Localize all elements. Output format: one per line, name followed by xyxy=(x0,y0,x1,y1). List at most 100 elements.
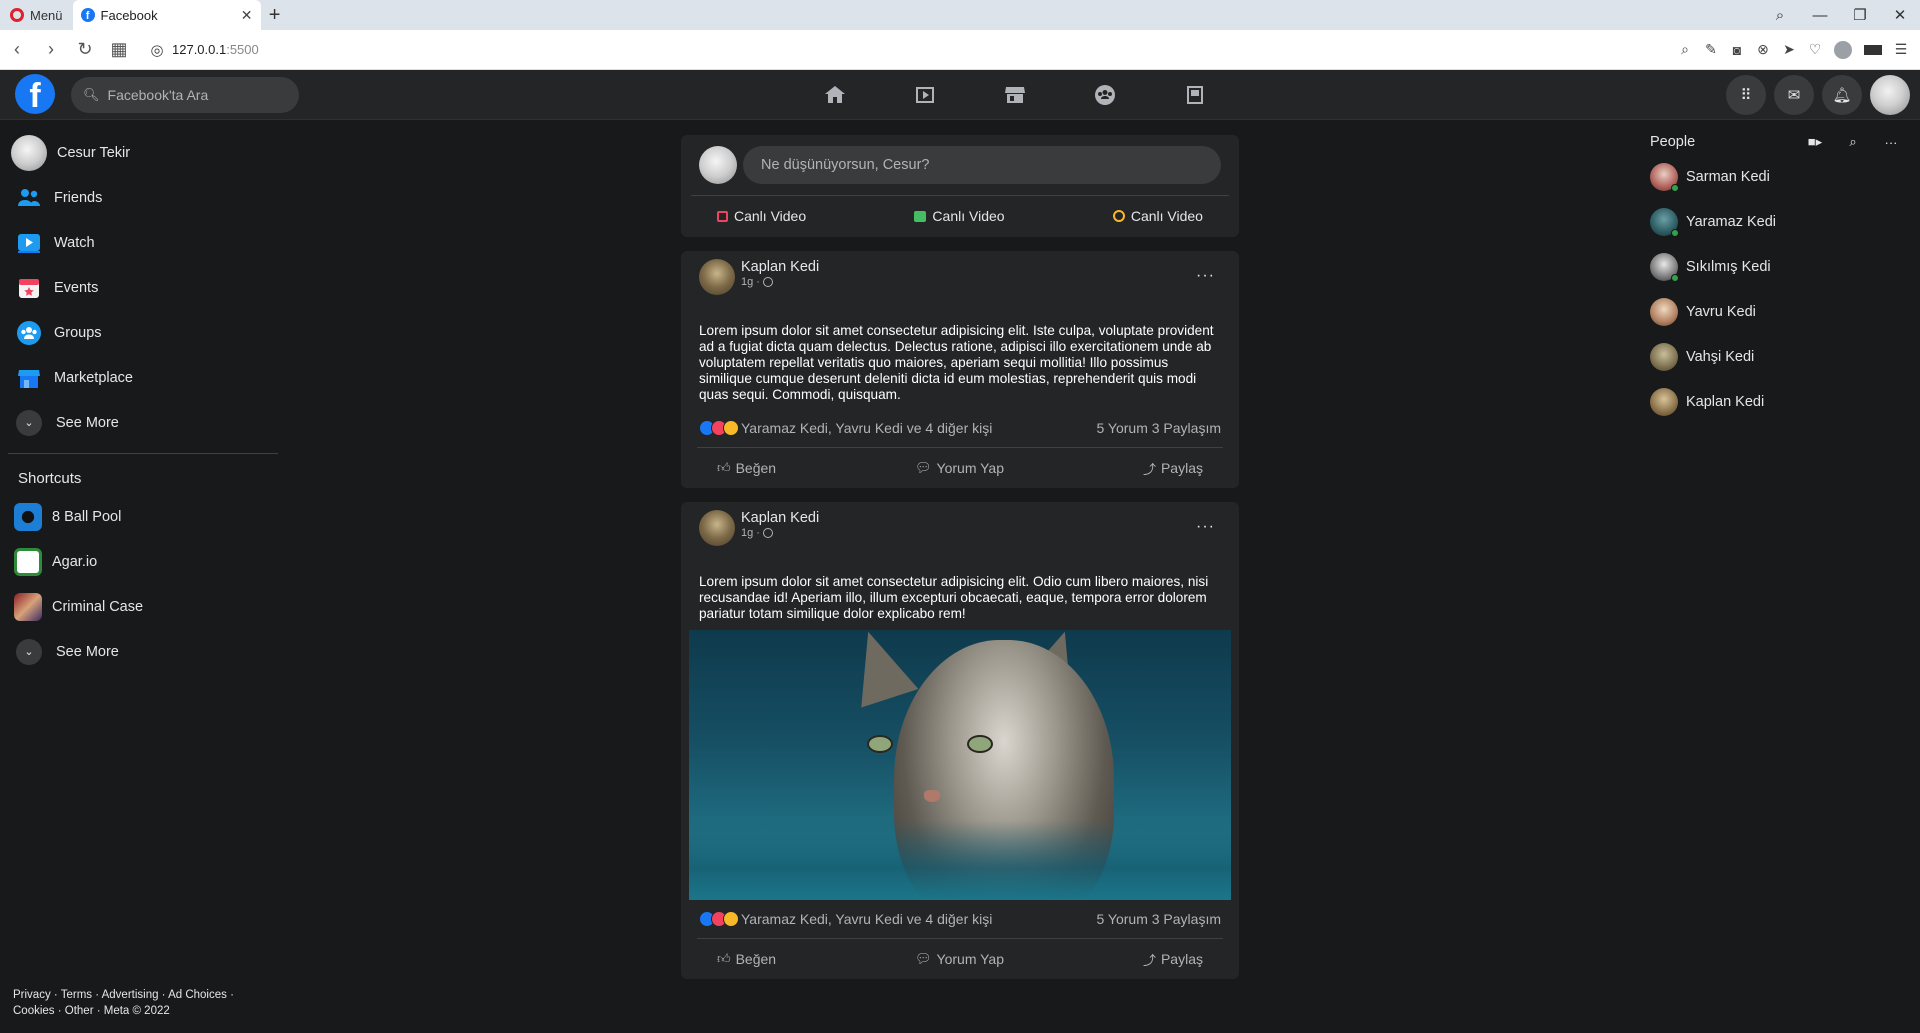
shortcut-criminal-case[interactable]: Criminal Case xyxy=(8,584,280,629)
home-icon xyxy=(825,86,845,103)
nav-home[interactable] xyxy=(790,70,880,120)
footer-line-1[interactable]: Privacy · Terms · Advertising · Ad Choic… xyxy=(13,987,234,1003)
nav-gaming[interactable] xyxy=(1150,70,1240,120)
reactions-summary[interactable]: Yaramaz Kedi, Yavru Kedi ve 4 diğer kişi xyxy=(699,420,992,436)
comment-button[interactable]: 💬︎ Yorum Yap xyxy=(915,460,1004,476)
shortcuts-see-more[interactable]: ⌄ See More xyxy=(8,629,280,674)
avatar[interactable] xyxy=(699,259,735,295)
contact-item[interactable]: Yaramaz Kedi xyxy=(1648,199,1910,244)
window-controls: ⌕ — ❐ ✕ xyxy=(1760,0,1920,30)
share-button[interactable]: ⤴ Paylaş xyxy=(1143,459,1203,478)
profile-icon[interactable] xyxy=(1834,40,1852,59)
more-options-icon[interactable]: ··· xyxy=(1196,267,1215,285)
account-avatar[interactable] xyxy=(1870,75,1910,115)
nav-marketplace[interactable] xyxy=(970,70,1060,120)
video-call-icon[interactable]: ■▸ xyxy=(1796,134,1834,150)
composer-input[interactable]: Ne düşünüyorsun, Cesur? xyxy=(743,146,1221,184)
more-options-icon[interactable]: ··· xyxy=(1196,518,1215,536)
sidebar-item-events[interactable]: Events xyxy=(8,265,280,310)
avatar xyxy=(699,146,737,184)
shortcut-label: Agar.io xyxy=(52,553,98,570)
contact-item[interactable]: Vahşi Kedi xyxy=(1648,334,1910,379)
url-field[interactable]: 127.0.0.1:5500 xyxy=(172,42,259,57)
contact-name: Sıkılmış Kedi xyxy=(1686,258,1771,275)
search-input[interactable] xyxy=(107,87,288,103)
minimize-icon[interactable]: — xyxy=(1800,7,1840,24)
close-window-icon[interactable]: ✕ xyxy=(1880,6,1920,24)
grid-icon: ⠿ xyxy=(1740,87,1752,104)
sidebar-item-watch[interactable]: Watch xyxy=(8,220,280,265)
battery-icon[interactable] xyxy=(1864,44,1882,55)
avatar xyxy=(1650,387,1678,416)
photo-icon xyxy=(914,210,927,222)
easy-setup-icon[interactable]: ☰ xyxy=(1888,41,1914,58)
feeling-button[interactable]: Canlı Video xyxy=(1112,208,1203,224)
nav-groups[interactable] xyxy=(1060,70,1150,120)
avatar[interactable] xyxy=(699,510,735,546)
shortcut-agario[interactable]: Agar.io xyxy=(8,539,280,584)
composer-top: Ne düşünüyorsun, Cesur? xyxy=(699,143,1221,187)
search-page-icon[interactable]: ⌕ xyxy=(1672,41,1698,58)
new-tab-button[interactable]: + xyxy=(261,4,289,27)
more-options-icon[interactable]: ··· xyxy=(1872,135,1910,150)
blanket xyxy=(689,820,1231,900)
sidebar-item-marketplace[interactable]: Marketplace xyxy=(8,355,280,400)
notifications-button[interactable]: 🔔︎ xyxy=(1822,75,1862,115)
avatar xyxy=(1650,342,1678,371)
post-author[interactable]: Kaplan Kedi xyxy=(741,259,819,276)
url-host: 127.0.0.1 xyxy=(172,42,227,57)
comments-shares-count[interactable]: 5 Yorum 3 Paylaşım xyxy=(1096,911,1221,927)
reactions-summary[interactable]: Yaramaz Kedi, Yavru Kedi ve 4 diğer kişi xyxy=(699,911,992,927)
live-video-button[interactable]: Canlı Video xyxy=(717,208,806,224)
forward-icon[interactable]: › xyxy=(34,39,68,60)
restore-icon[interactable]: ❐ xyxy=(1840,6,1880,24)
tab-search-icon[interactable]: ⌕ xyxy=(1760,7,1800,24)
contact-item[interactable]: Yavru Kedi xyxy=(1648,289,1910,334)
nav-watch[interactable] xyxy=(880,70,970,120)
live-video-icon xyxy=(717,210,728,222)
contact-item[interactable]: Sıkılmış Kedi xyxy=(1648,244,1910,289)
sidebar-see-more[interactable]: ⌄ See More xyxy=(8,400,280,445)
comments-shares-count[interactable]: 5 Yorum 3 Paylaşım xyxy=(1096,420,1221,436)
sidebar-item-groups[interactable]: Groups xyxy=(8,310,280,355)
snapshot-icon[interactable]: ◙ xyxy=(1724,42,1750,58)
share-button[interactable]: ⤴ Paylaş xyxy=(1143,950,1203,969)
adblock-icon[interactable]: ⊗ xyxy=(1750,41,1776,58)
post-stats: Yaramaz Kedi, Yavru Kedi ve 4 diğer kişi… xyxy=(681,904,1239,934)
shortcut-8-ball-pool[interactable]: 8 Ball Pool xyxy=(8,494,280,539)
contact-item[interactable]: Kaplan Kedi xyxy=(1648,379,1910,424)
sidebar-item-friends[interactable]: Friends xyxy=(8,175,280,220)
post-author[interactable]: Kaplan Kedi xyxy=(741,510,819,527)
sidebar-item-profile[interactable]: Cesur Tekir xyxy=(8,130,280,175)
like-button[interactable]: 👍︎ Beğen xyxy=(717,951,776,967)
footer-links: Privacy · Terms · Advertising · Ad Choic… xyxy=(13,987,234,1019)
tab-close-icon[interactable]: ✕ xyxy=(241,7,253,24)
facebook-logo-icon[interactable]: f xyxy=(15,74,55,114)
send-icon[interactable]: ➤ xyxy=(1776,41,1802,58)
groups-icon xyxy=(14,318,44,348)
like-button[interactable]: 👍︎ Beğen xyxy=(717,460,776,476)
opera-menu-button[interactable]: Menü xyxy=(0,0,73,30)
search-box[interactable]: 🔍︎ xyxy=(71,77,299,113)
heart-icon[interactable]: ♡ xyxy=(1802,41,1828,58)
post-image-cat[interactable] xyxy=(689,630,1231,900)
reload-icon[interactable]: ↻ xyxy=(68,39,102,60)
site-info-icon[interactable]: ◎ xyxy=(142,41,172,59)
gaming-icon xyxy=(1187,86,1203,104)
edit-icon[interactable]: ✎ xyxy=(1698,41,1724,58)
messenger-button[interactable]: ✉ xyxy=(1774,75,1814,115)
photo-video-button[interactable]: Canlı Video xyxy=(914,208,1005,224)
browser-address-bar: ‹ › ↻ ▦ ◎ 127.0.0.1:5500 ⌕ ✎ ◙ ⊗ ➤ ♡ ☰ xyxy=(0,30,1920,70)
contact-item[interactable]: Sarman Kedi xyxy=(1648,154,1910,199)
back-icon[interactable]: ‹ xyxy=(0,39,34,60)
menu-grid-button[interactable]: ⠿ xyxy=(1726,75,1766,115)
post-text: Lorem ipsum dolor sit amet consectetur a… xyxy=(699,574,1209,621)
comment-button[interactable]: 💬︎ Yorum Yap xyxy=(915,951,1004,967)
browser-tab-facebook[interactable]: f Facebook ✕ xyxy=(72,0,261,30)
composer-actions: Canlı Video Canlı Video Canlı Video xyxy=(699,196,1221,236)
speed-dial-icon[interactable]: ▦ xyxy=(102,39,136,60)
footer-line-2[interactable]: Cookies · Other · Meta © 2022 xyxy=(13,1003,234,1019)
thumbs-up-icon: 👍︎ xyxy=(717,951,731,966)
online-status-dot xyxy=(1671,228,1679,237)
search-icon[interactable]: ⌕ xyxy=(1834,134,1872,150)
